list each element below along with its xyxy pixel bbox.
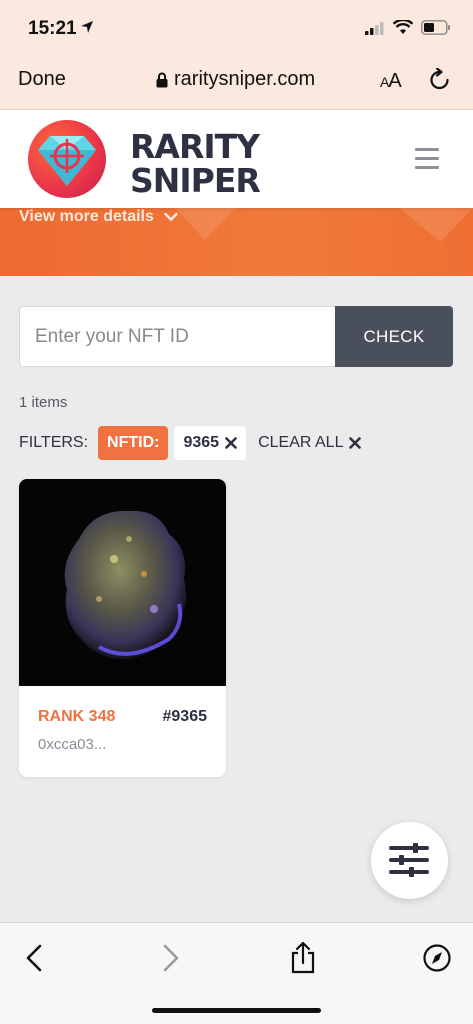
browser-url-bar: Done raritysniper.com AA xyxy=(0,58,473,110)
forward-icon[interactable] xyxy=(153,941,187,975)
brand-line-2: SNIPER xyxy=(130,161,261,200)
brand-wordmark[interactable]: RARITY SNIPER xyxy=(130,127,261,200)
battery-icon xyxy=(421,20,450,35)
diamond-crosshair-icon xyxy=(38,136,96,186)
filter-settings-button[interactable] xyxy=(371,822,448,899)
reload-icon[interactable] xyxy=(428,68,452,94)
hero-banner: View more details xyxy=(0,208,473,276)
nft-id-input[interactable] xyxy=(19,306,335,367)
filter-chip-key: NFTID: xyxy=(98,426,169,460)
home-indicator xyxy=(152,1008,321,1013)
text-size-large-a: A xyxy=(388,70,401,92)
filters-label: FILTERS: xyxy=(19,434,89,451)
chevron-down-icon xyxy=(164,212,178,222)
share-icon[interactable] xyxy=(286,941,320,975)
hamburger-menu-icon[interactable] xyxy=(415,148,439,170)
wifi-icon xyxy=(393,20,413,34)
filter-chip-value-text: 9365 xyxy=(183,434,220,451)
location-arrow-icon xyxy=(81,21,93,33)
sliders-icon xyxy=(389,843,429,877)
view-more-label: View more details xyxy=(19,208,154,225)
clear-all-button[interactable]: CLEAR ALL xyxy=(258,434,362,452)
cellular-signal-icon xyxy=(365,21,384,35)
nft-owner-address: 0xcca03... xyxy=(38,736,107,753)
site-header: RARITY SNIPER xyxy=(0,110,473,208)
filter-chip-value[interactable]: 9365 xyxy=(174,426,247,460)
lock-icon xyxy=(156,72,168,87)
brand-line-1: RARITY xyxy=(130,127,260,166)
check-button[interactable]: CHECK xyxy=(335,306,453,367)
remove-filter-icon[interactable] xyxy=(225,437,237,449)
rarity-sniper-logo[interactable] xyxy=(28,120,106,198)
url-text: raritysniper.com xyxy=(174,68,316,90)
nft-card[interactable]: RANK 348 #9365 0xcca03... xyxy=(19,479,226,777)
done-button[interactable]: Done xyxy=(18,68,66,91)
close-icon xyxy=(349,437,362,449)
nft-rank: RANK 348 xyxy=(38,708,116,725)
status-bar: 15:21 xyxy=(0,0,473,58)
address-field[interactable]: raritysniper.com xyxy=(156,68,315,91)
status-time: 15:21 xyxy=(28,18,77,39)
clear-all-label: CLEAR ALL xyxy=(258,434,344,451)
status-icons xyxy=(365,20,451,35)
back-icon[interactable] xyxy=(18,941,52,975)
view-more-details-link[interactable]: View more details xyxy=(19,208,178,226)
text-size-button[interactable]: AA xyxy=(380,70,402,93)
nft-artwork-image xyxy=(64,510,187,660)
active-filters: FILTERS: NFTID: 9365 CLEAR ALL xyxy=(19,426,362,460)
nft-id: #9365 xyxy=(162,708,208,725)
results-count: 1 items xyxy=(19,394,68,411)
compass-icon[interactable] xyxy=(420,941,454,975)
nft-image xyxy=(19,479,226,686)
